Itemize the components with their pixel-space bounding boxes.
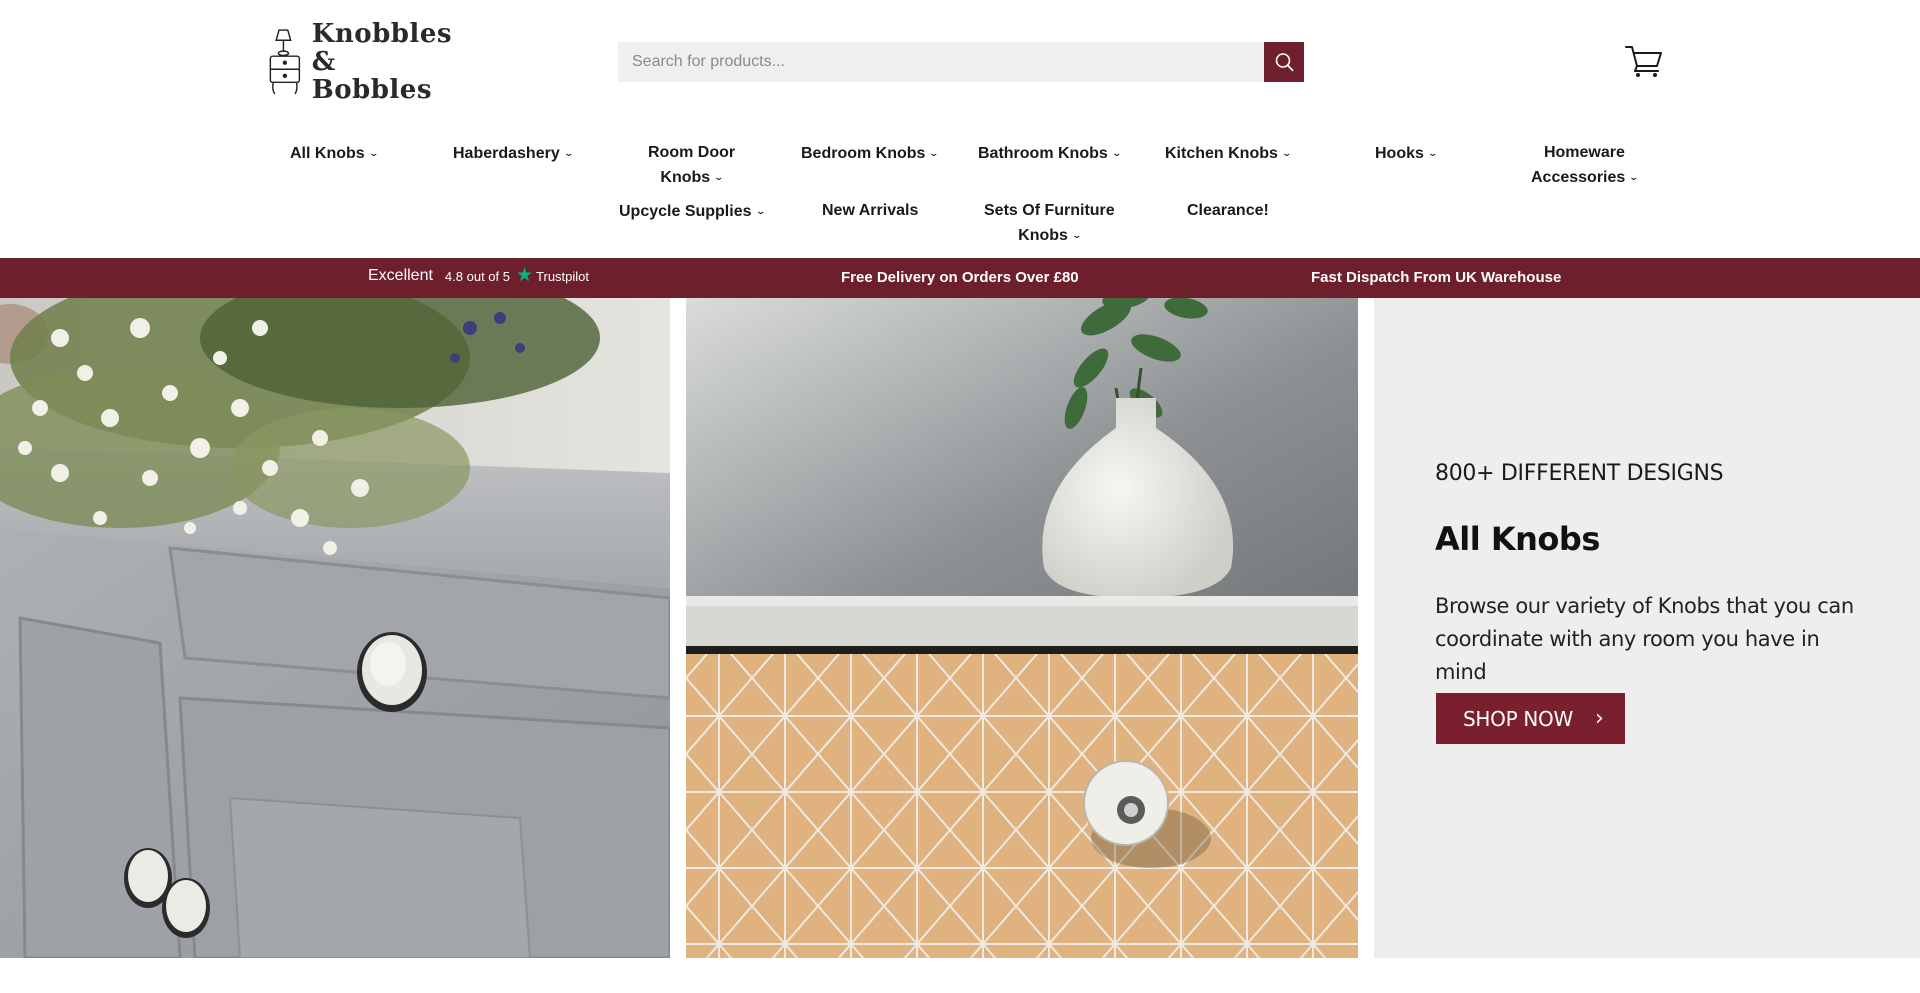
search-input[interactable]: [618, 42, 1264, 82]
nav-label: Bedroom Knobs: [801, 145, 926, 162]
hero-image-vase-drawer: [686, 298, 1358, 958]
nav-label: Upcycle Supplies: [619, 203, 752, 220]
nav-label: Hooks: [1375, 145, 1424, 162]
nav-haberdashery[interactable]: Haberdashery ⌄: [453, 141, 574, 166]
nav-upcycle-supplies[interactable]: Upcycle Supplies ⌄: [619, 199, 766, 224]
nav-label-line2: Knobs: [660, 169, 711, 186]
nav-label: Clearance!: [1187, 202, 1269, 219]
nav-label-line2: Accessories: [1531, 169, 1626, 186]
chevron-down-icon: ⌄: [1628, 172, 1640, 182]
shop-now-label: SHOP NOW: [1463, 706, 1573, 731]
trustpilot-rating-word: Excellent: [368, 267, 433, 284]
nav-label: Bathroom Knobs: [978, 145, 1108, 162]
cart-icon: [1625, 46, 1662, 77]
trustpilot-widget[interactable]: Excellent 4.8 out of 5 ★ Trustpilot: [368, 265, 590, 286]
chevron-down-icon: ⌄: [928, 148, 940, 158]
promo-free-delivery: Free Delivery on Orders Over £80: [841, 269, 1079, 286]
trustpilot-star-icon: ★: [515, 265, 534, 286]
chevron-down-icon: ⌄: [1427, 148, 1438, 158]
shop-now-button[interactable]: SHOP NOW ›: [1436, 693, 1625, 744]
logo-line2: & Bobbles: [311, 47, 432, 105]
logo-wordmark: Knobbles & Bobbles: [312, 20, 452, 104]
nav-new-arrivals[interactable]: New Arrivals: [822, 199, 918, 223]
nav-all-knobs[interactable]: All Knobs ⌄: [290, 141, 379, 166]
search-bar: [618, 42, 1304, 82]
nav-label: Kitchen Knobs: [1165, 145, 1278, 162]
nav-sets-of-furniture-knobs[interactable]: Sets Of Furniture Knobs ⌄: [984, 199, 1115, 248]
chevron-down-icon: ⌄: [563, 148, 574, 158]
hero-banner: 800+ DIFFERENT DESIGNS All Knobs Browse …: [0, 298, 1920, 958]
chevron-down-icon: ⌄: [1071, 230, 1083, 240]
nav-bathroom-knobs[interactable]: Bathroom Knobs ⌄: [978, 141, 1122, 166]
site-header: Knobbles & Bobbles All Knobs⌄ Haberdash: [0, 0, 1920, 258]
promo-fast-dispatch: Fast Dispatch From UK Warehouse: [1311, 269, 1562, 286]
cart-button[interactable]: [1625, 44, 1663, 78]
chevron-down-icon: ⌄: [754, 206, 766, 216]
logo-line1: Knobbles: [311, 19, 452, 49]
nav-label-line1: Sets Of Furniture: [984, 202, 1115, 219]
chevron-down-icon: ⌄: [368, 148, 379, 158]
chevron-down-icon: ⌄: [1111, 148, 1122, 158]
trustpilot-brand: Trustpilot: [536, 268, 590, 284]
nav-clearance[interactable]: Clearance!: [1187, 199, 1269, 223]
search-button[interactable]: [1264, 42, 1304, 82]
hero-image-sideboard: [0, 298, 670, 958]
site-logo[interactable]: Knobbles & Bobbles: [266, 14, 452, 110]
chevron-down-icon: ⌄: [713, 172, 725, 182]
hero-text-panel: 800+ DIFFERENT DESIGNS All Knobs Browse …: [1374, 298, 1920, 958]
nav-bedroom-knobs[interactable]: Bedroom Knobs ⌄: [801, 141, 940, 166]
promo-bar: Excellent 4.8 out of 5 ★ Trustpilot Free…: [0, 258, 1920, 298]
trustpilot-score: 4.8 out of 5: [444, 268, 510, 284]
nav-label-line2: Knobs: [1018, 227, 1068, 244]
nav-label: Haberdashery: [453, 145, 560, 162]
chevron-down-icon: ⌄: [1281, 148, 1292, 158]
bedside-table-lamp-icon: [269, 29, 301, 95]
search-icon: [1275, 53, 1294, 72]
nav-label-line1: Homeware: [1543, 144, 1625, 161]
chevron-right-icon: ›: [1594, 706, 1604, 731]
hero-description: Browse our variety of Knobs that you can…: [1435, 594, 1854, 684]
nav-label: New Arrivals: [822, 202, 919, 219]
hero-title: All Knobs: [1435, 520, 1600, 558]
nav-kitchen-knobs[interactable]: Kitchen Knobs ⌄: [1165, 141, 1292, 166]
nav-label: All Knobs: [290, 145, 365, 162]
hero-kicker: 800+ DIFFERENT DESIGNS: [1435, 461, 1724, 486]
nav-hooks[interactable]: Hooks ⌄: [1375, 141, 1438, 166]
nav-homeware-accessories[interactable]: Homeware Accessories ⌄: [1531, 141, 1640, 190]
nav-room-door-knobs[interactable]: Room Door Knobs ⌄: [648, 141, 735, 190]
nav-label-line1: Room Door: [648, 144, 736, 161]
